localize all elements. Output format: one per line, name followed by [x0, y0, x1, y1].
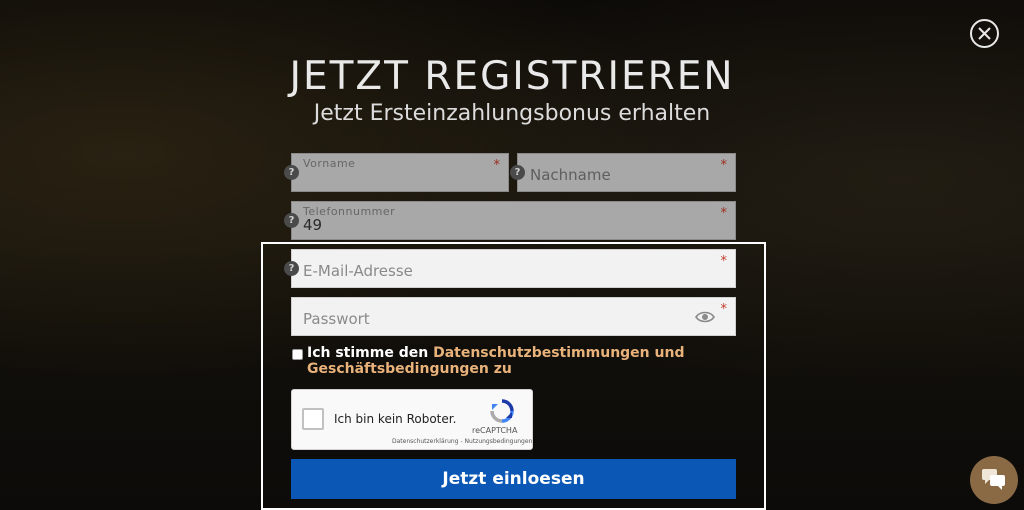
required-marker: *	[720, 206, 728, 221]
close-button[interactable]	[970, 19, 999, 48]
consent-checkbox[interactable]	[292, 349, 303, 360]
password-placeholder: Passwort	[303, 310, 370, 328]
recaptcha-privacy-link[interactable]: Datenschutzerklärung	[392, 438, 459, 445]
modal-subtitle: Jetzt Ersteinzahlungsbonus erhalten	[313, 101, 711, 126]
last-name-placeholder: Nachname	[530, 166, 611, 184]
consent-text: Ich stimme den Datenschutzbestimmungen u…	[307, 345, 727, 377]
modal-title: JETZT REGISTRIEREN	[289, 54, 735, 99]
last-name-field[interactable]: Nachname *	[517, 153, 736, 192]
consent-middle: und	[649, 345, 685, 361]
phone-field[interactable]: Telefonnummer 49 *	[291, 201, 736, 240]
email-field[interactable]: E-Mail-Adresse *	[291, 249, 736, 288]
chat-icon	[982, 469, 1005, 490]
password-field[interactable]: Passwort *	[291, 297, 736, 336]
chat-button[interactable]	[970, 456, 1018, 504]
recaptcha-logo-icon	[490, 399, 514, 423]
help-icon[interactable]: ?	[284, 213, 299, 228]
recaptcha-terms-link[interactable]: Nutzungsbedingungen	[465, 438, 533, 445]
required-marker: *	[720, 158, 728, 173]
required-marker: *	[720, 254, 728, 269]
terms-link[interactable]: Geschäftsbedingungen	[307, 361, 489, 377]
first-name-field[interactable]: Vorname *	[291, 153, 509, 192]
eye-icon[interactable]	[695, 310, 715, 324]
help-icon[interactable]: ?	[284, 165, 299, 180]
consent-suffix: zu	[488, 361, 512, 377]
submit-button[interactable]: Jetzt einloesen	[291, 459, 736, 499]
recaptcha-label: Ich bin kein Roboter.	[334, 412, 457, 426]
consent-prefix: Ich stimme den	[307, 345, 434, 361]
recaptcha-brand: reCAPTCHA	[472, 426, 518, 435]
recaptcha-checkbox[interactable]	[302, 408, 324, 430]
recaptcha-terms: Datenschutzerklärung - Nutzungsbedingung…	[392, 438, 532, 445]
phone-value: 49	[303, 216, 323, 234]
help-icon[interactable]: ?	[510, 165, 525, 180]
close-icon	[978, 27, 991, 40]
email-placeholder: E-Mail-Adresse	[303, 262, 413, 280]
required-marker: *	[720, 302, 728, 317]
privacy-link[interactable]: Datenschutzbestimmungen	[433, 345, 650, 361]
help-icon[interactable]: ?	[284, 261, 299, 276]
first-name-label: Vorname	[303, 157, 356, 170]
recaptcha-widget: Ich bin kein Roboter. reCAPTCHA Datensch…	[291, 389, 533, 450]
required-marker: *	[493, 158, 501, 173]
